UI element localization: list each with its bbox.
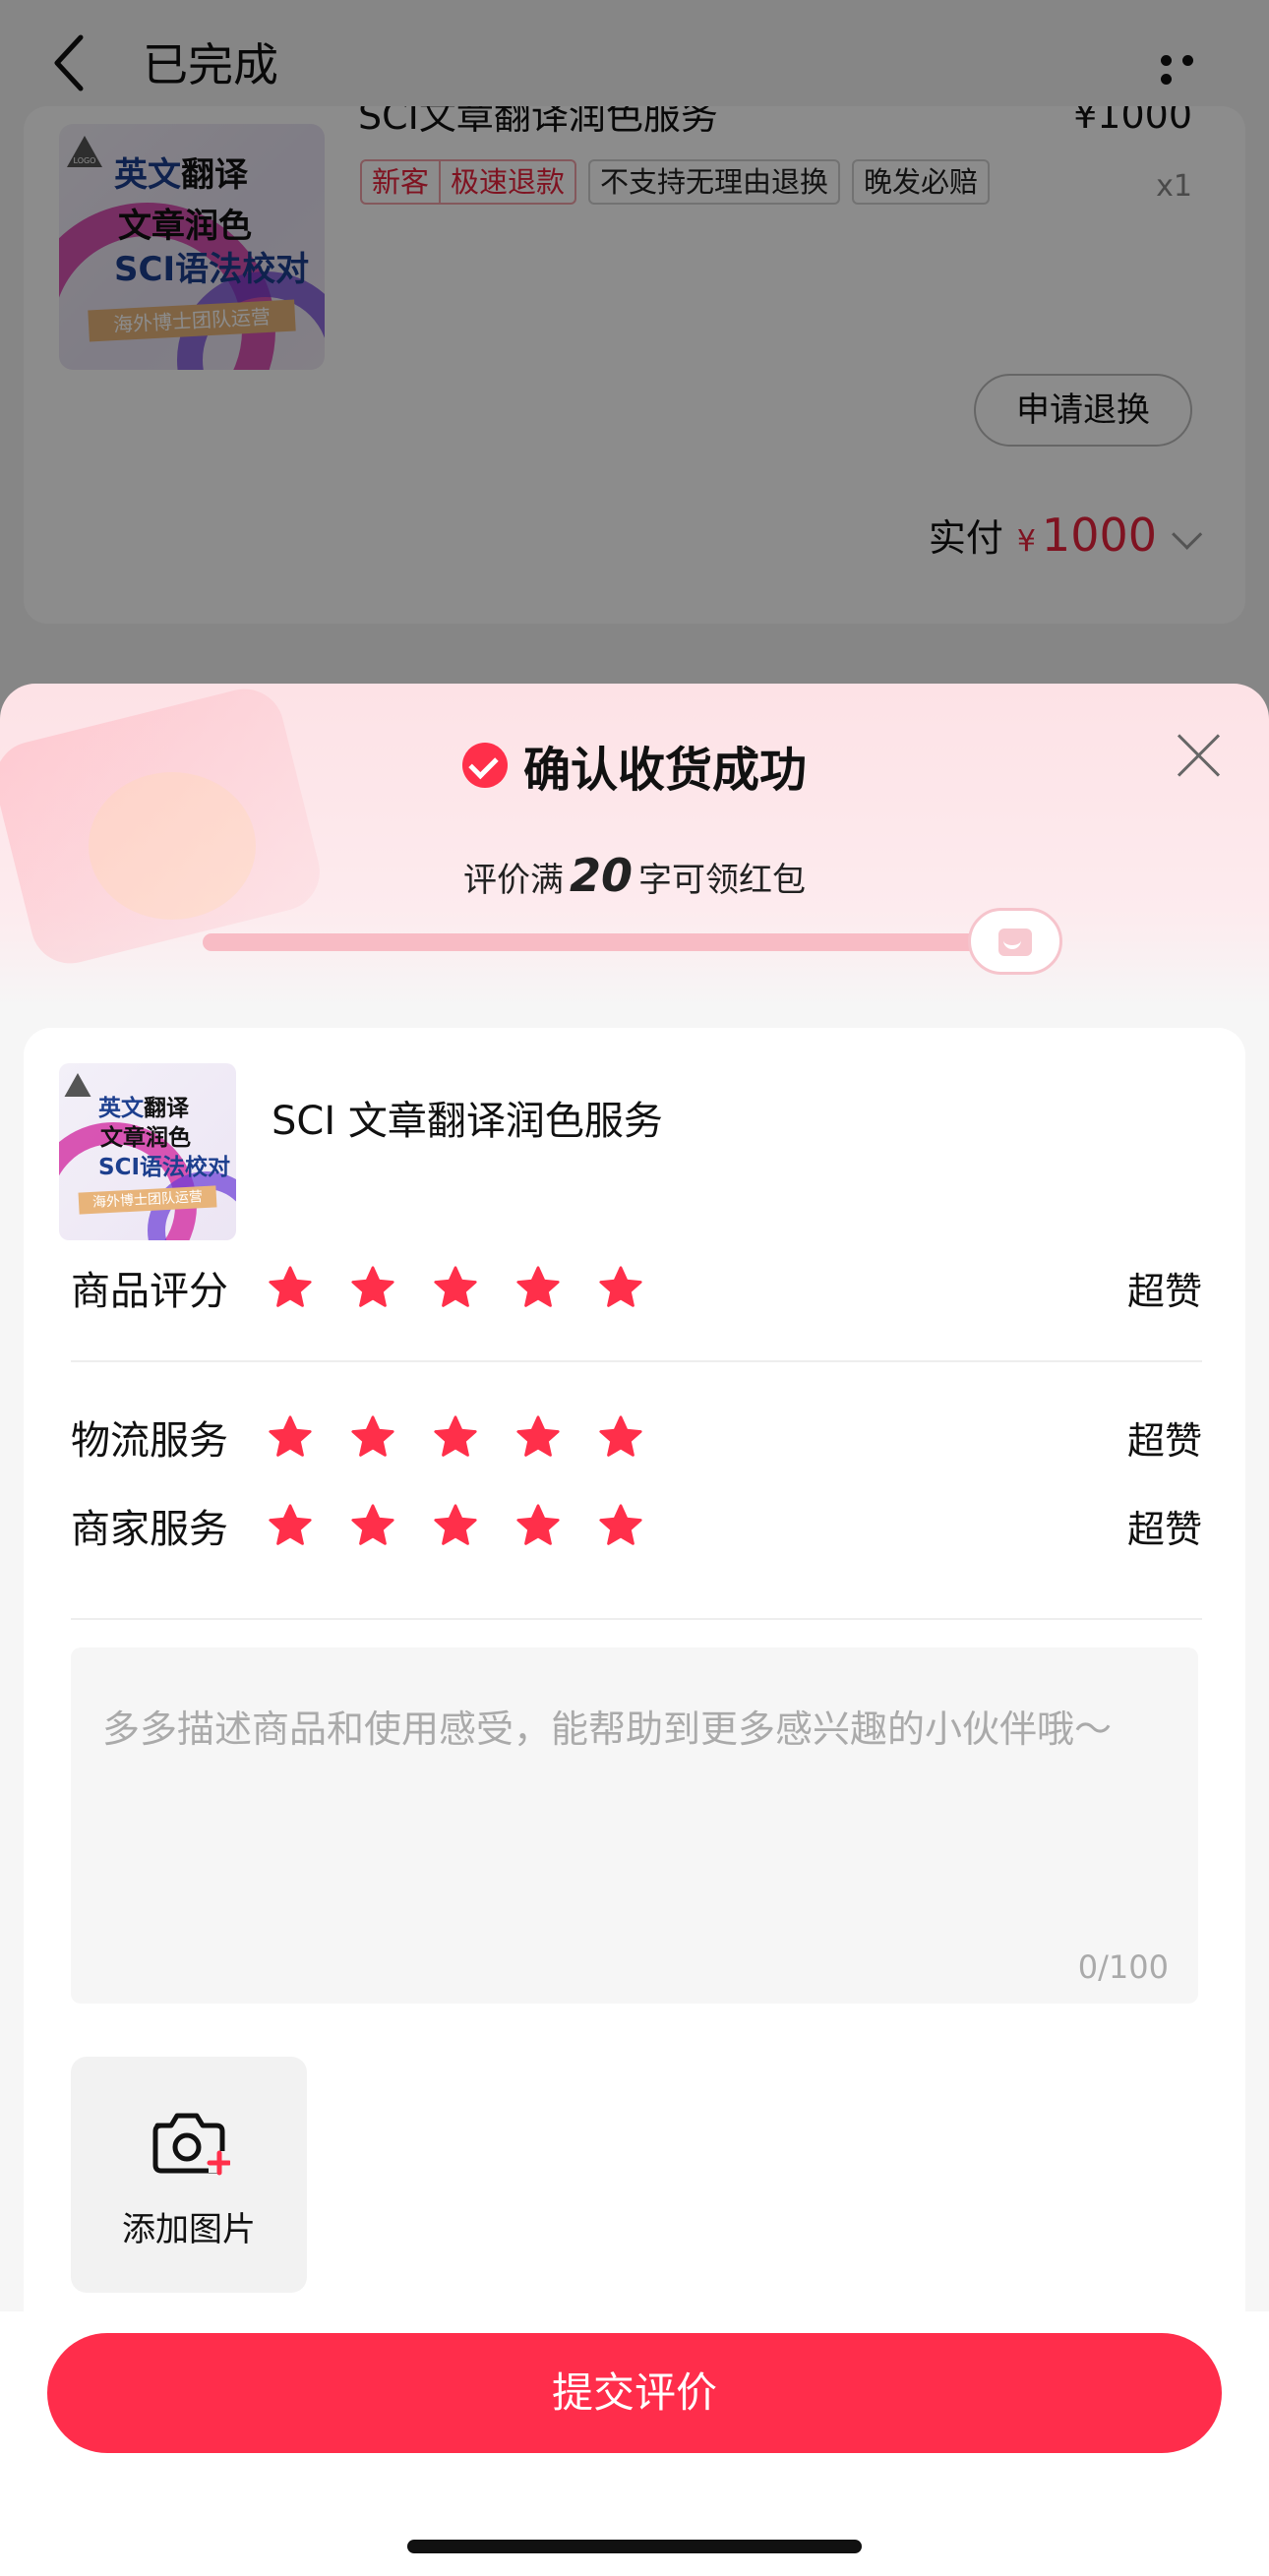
red-packet-tip: 评价满 20 字可领红包: [0, 849, 1269, 902]
home-indicator: [407, 2540, 862, 2553]
rating-text: 超赞: [1126, 1418, 1202, 1463]
review-sheet: 确认收货成功 评价满 20 字可领红包 英文翻译 文章润色 SCI语法校对 海外博士…: [0, 684, 1269, 2576]
star-rating[interactable]: [268, 1503, 643, 1548]
rating-row-merchant: 商家服务 超赞: [71, 1496, 1202, 1555]
review-product-name: SCI 文章翻译润色服务: [272, 1099, 663, 1144]
camera-add-icon: [152, 2113, 230, 2176]
star-icon[interactable]: [598, 1265, 643, 1310]
star-icon[interactable]: [350, 1414, 395, 1460]
review-placeholder: 多多描述商品和使用感受，能帮助到更多感兴趣的小伙伴哦～: [102, 1707, 1113, 1751]
review-textarea[interactable]: 多多描述商品和使用感受，能帮助到更多感兴趣的小伙伴哦～ 0/100: [71, 1647, 1198, 2004]
star-rating[interactable]: [268, 1414, 643, 1460]
rating-row-product: 商品评分 超赞: [71, 1258, 1202, 1317]
rating-label: 物流服务: [71, 1418, 228, 1464]
rating-text: 超赞: [1126, 1269, 1202, 1313]
rating-text: 超赞: [1126, 1507, 1202, 1551]
add-photo-label: 添加图片: [122, 2210, 256, 2249]
rating-row-logistics: 物流服务 超赞: [71, 1408, 1202, 1467]
star-icon[interactable]: [433, 1414, 478, 1460]
star-icon[interactable]: [268, 1265, 313, 1310]
char-counter: 0/100: [1077, 1948, 1169, 1986]
divider: [71, 1618, 1202, 1620]
star-icon[interactable]: [515, 1265, 561, 1310]
star-icon[interactable]: [515, 1414, 561, 1460]
star-icon[interactable]: [350, 1503, 395, 1548]
submit-review-button[interactable]: 提交评价: [47, 2333, 1222, 2453]
tip-number: 20: [569, 849, 633, 902]
rating-label: 商品评分: [71, 1269, 228, 1314]
tip-prefix: 评价满: [462, 861, 564, 900]
divider: [71, 1360, 1202, 1362]
star-icon[interactable]: [598, 1414, 643, 1460]
star-icon[interactable]: [350, 1265, 395, 1310]
tip-suffix: 字可领红包: [638, 861, 806, 900]
word-count-progress: [203, 933, 1049, 951]
star-icon[interactable]: [515, 1503, 561, 1548]
star-rating[interactable]: [268, 1265, 643, 1310]
star-icon[interactable]: [268, 1414, 313, 1460]
brand-logo-icon: [64, 1073, 91, 1097]
close-icon[interactable]: [1175, 731, 1224, 780]
star-icon[interactable]: [433, 1265, 478, 1310]
sheet-title: 确认收货成功: [522, 743, 807, 798]
star-icon[interactable]: [268, 1503, 313, 1548]
star-icon[interactable]: [598, 1503, 643, 1548]
thumb-text: SCI语法校对: [98, 1155, 231, 1180]
rating-label: 商家服务: [71, 1507, 228, 1552]
thumb-text: 文章润色: [100, 1125, 191, 1151]
star-icon[interactable]: [433, 1503, 478, 1548]
review-card: 英文翻译 文章润色 SCI语法校对 海外博士团队运营 SCI 文章翻译润色服务 …: [24, 1028, 1245, 2405]
check-circle-icon: [461, 743, 508, 788]
add-photo-button[interactable]: 添加图片: [71, 2057, 307, 2293]
product-image: 英文翻译 文章润色 SCI语法校对 海外博士团队运营: [59, 1063, 236, 1240]
gift-icon: [968, 908, 1062, 975]
sheet-header: 确认收货成功: [0, 731, 1269, 800]
